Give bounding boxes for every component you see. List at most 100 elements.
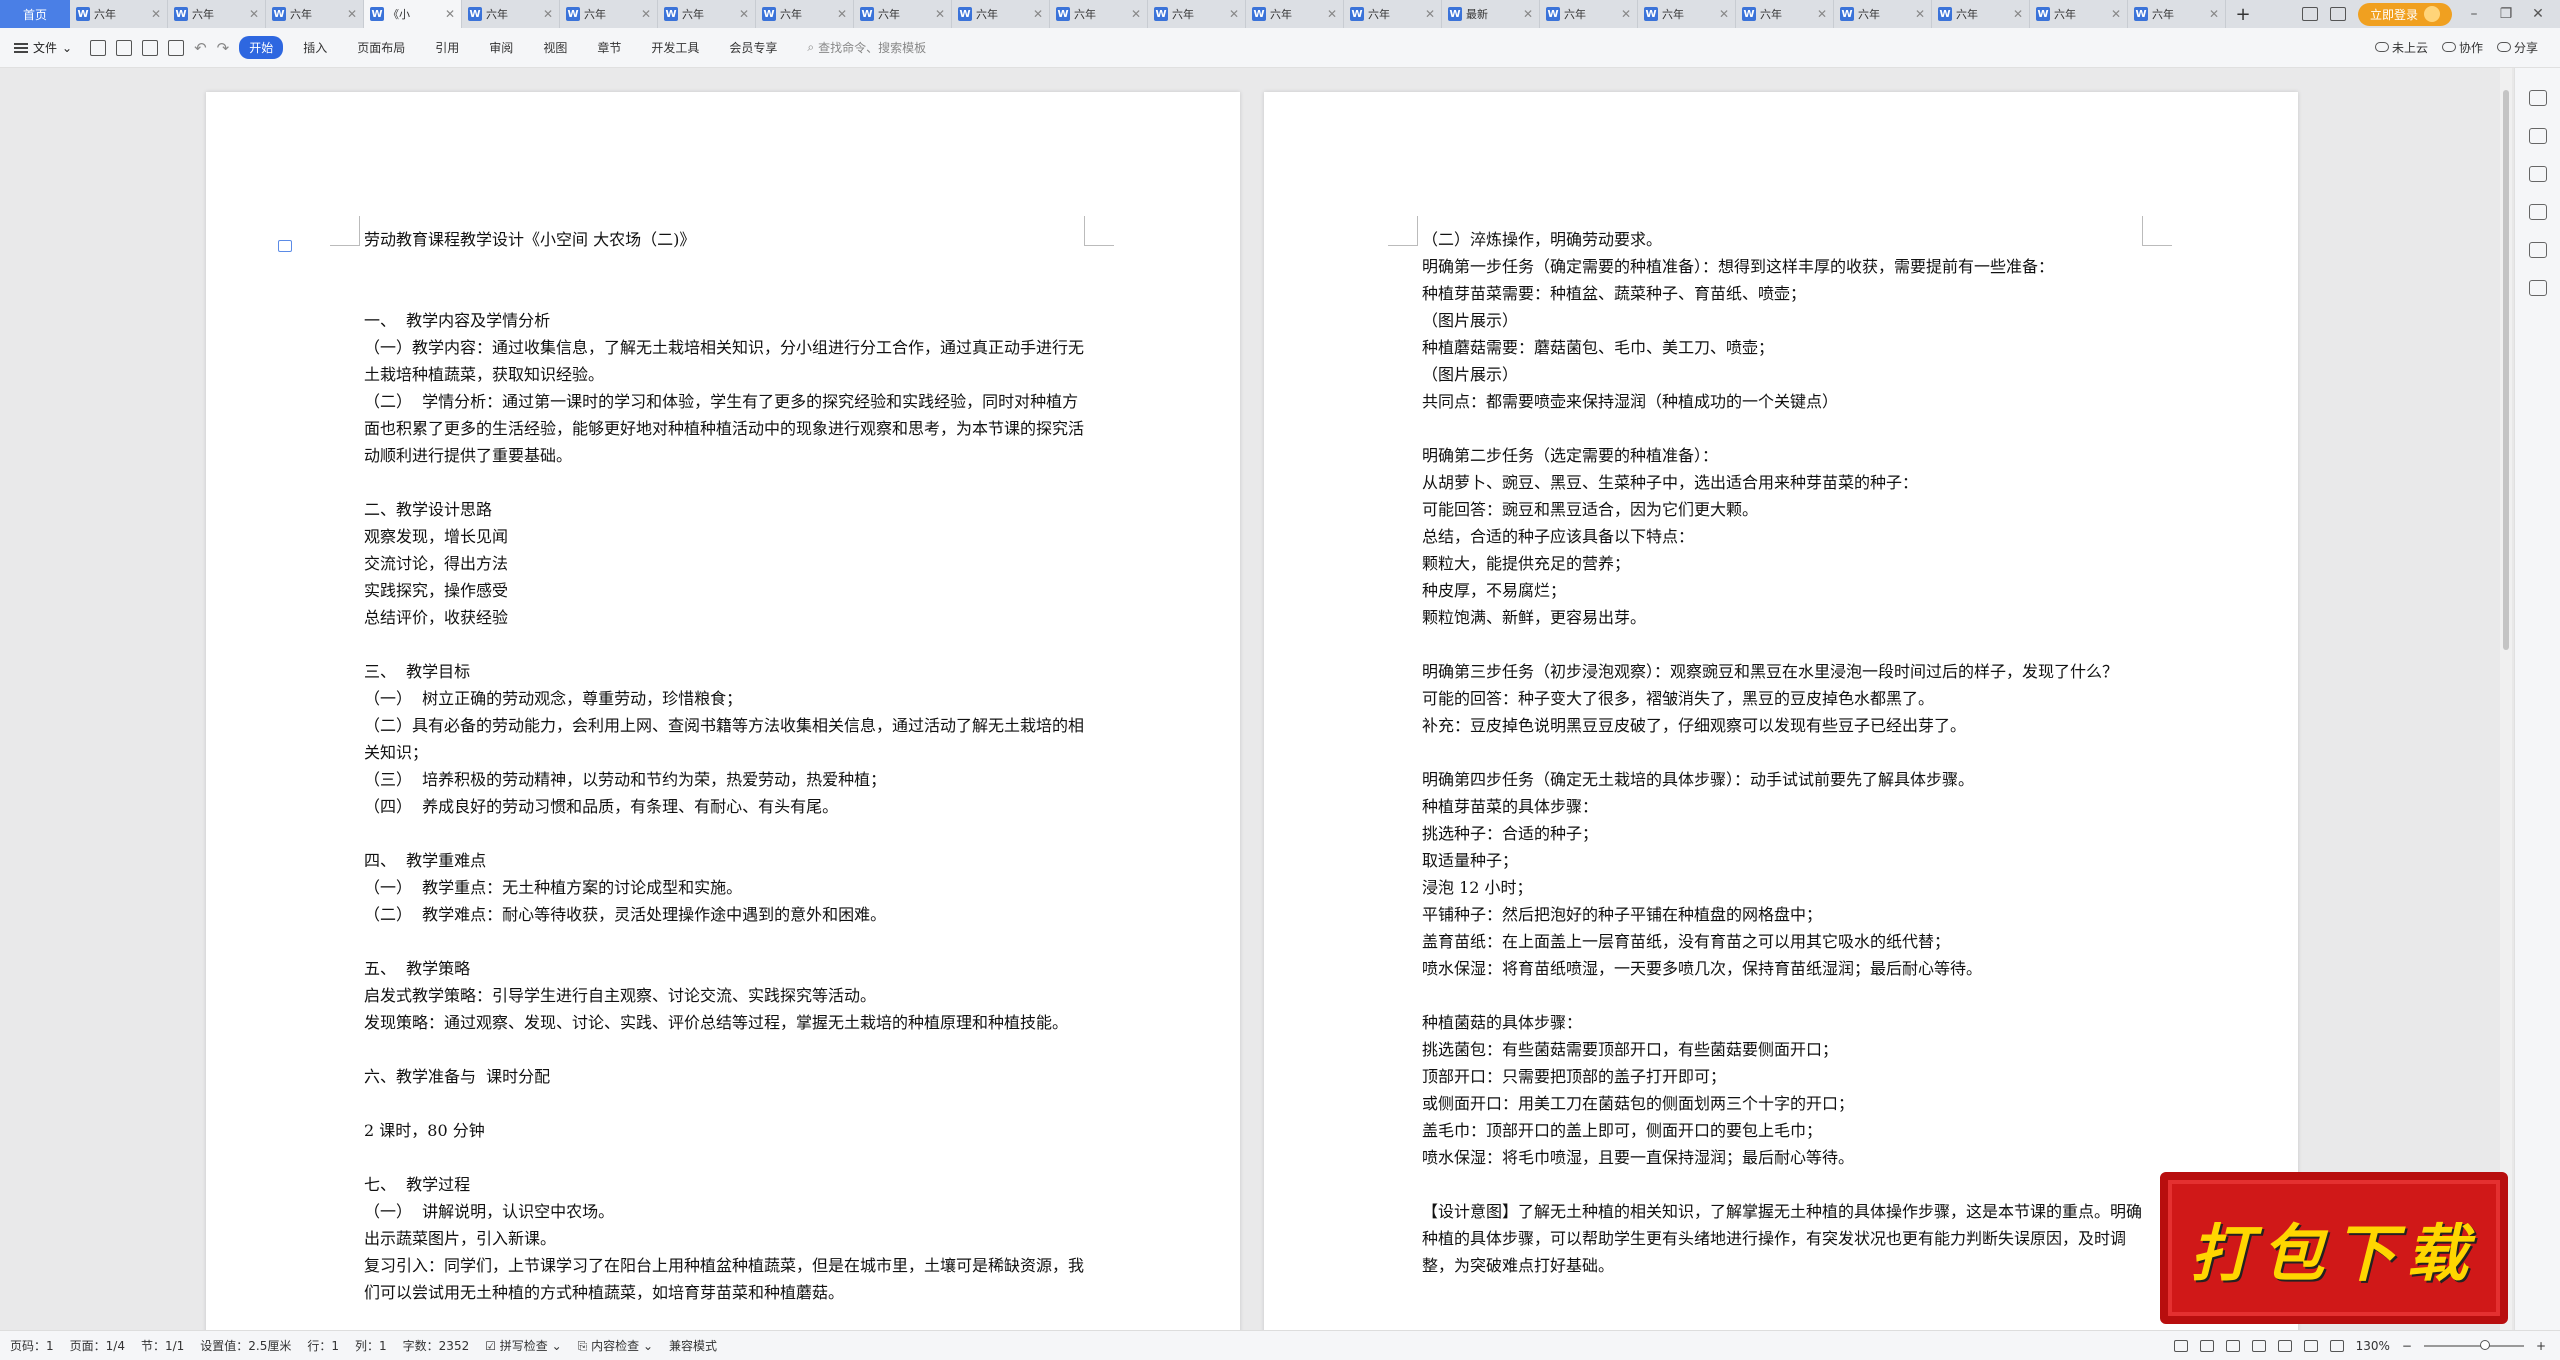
ribbon-tab[interactable]: 审阅 xyxy=(479,36,523,59)
page-count[interactable]: 页面：1/4 xyxy=(70,1337,125,1354)
home-tab[interactable]: 首页 xyxy=(0,0,70,28)
word-count[interactable]: 字数：2352 xyxy=(403,1337,470,1354)
document-tab[interactable]: W 六年 ✕ xyxy=(756,0,854,28)
paragraph[interactable]: 出示蔬菜图片，引入新课。 xyxy=(364,1225,1084,1252)
close-tab-icon[interactable]: ✕ xyxy=(2013,7,2023,21)
document-tab[interactable]: W 六年 ✕ xyxy=(70,0,168,28)
paragraph[interactable] xyxy=(364,631,1084,658)
paragraph[interactable] xyxy=(1422,982,2142,1009)
document-tab[interactable]: W 六年 ✕ xyxy=(2030,0,2128,28)
location-icon[interactable] xyxy=(2528,242,2547,258)
paragraph[interactable]: 2 课时，80 分钟 xyxy=(364,1117,1084,1144)
close-tab-icon[interactable]: ✕ xyxy=(1523,7,1533,21)
paragraph[interactable] xyxy=(364,280,1084,307)
document-tab[interactable]: W 六年 ✕ xyxy=(1050,0,1148,28)
read-view-icon[interactable] xyxy=(2251,1339,2266,1352)
undo-icon[interactable]: ↶ xyxy=(194,39,207,57)
paragraph[interactable]: 盖育苗纸：在上面盖上一层育苗纸，没有育苗之可以用其它吸水的纸代替； xyxy=(1422,928,2142,955)
paragraph[interactable]: （图片展示） xyxy=(1422,307,2142,334)
paragraph[interactable]: 喷水保湿：将毛巾喷湿，且要一直保持湿润；最后耐心等待。 xyxy=(1422,1144,2142,1171)
paragraph[interactable]: （二） 教学难点：耐心等待收获，灵活处理操作途中遇到的意外和困难。 xyxy=(364,901,1084,928)
paragraph[interactable]: 共同点：都需要喷壶来保持湿润（种植成功的一个关键点） xyxy=(1422,388,2142,415)
paragraph[interactable]: 颗粒饱满、新鲜，更容易出芽。 xyxy=(1422,604,2142,631)
paragraph[interactable] xyxy=(364,253,1084,280)
paragraph[interactable] xyxy=(364,928,1084,955)
ribbon-tab[interactable]: 开始 xyxy=(239,36,284,59)
close-tab-icon[interactable]: ✕ xyxy=(1719,7,1729,21)
close-tab-icon[interactable]: ✕ xyxy=(1621,7,1631,21)
paragraph[interactable]: （图片展示） xyxy=(1422,361,2142,388)
document-tab[interactable]: W 六年 ✕ xyxy=(2128,0,2226,28)
paragraph[interactable]: 取适量种子； xyxy=(1422,847,2142,874)
close-tab-icon[interactable]: ✕ xyxy=(445,7,455,21)
paragraph[interactable]: （一）教学内容：通过收集信息，了解无土栽培相关知识，分小组进行分工合作，通过真正… xyxy=(364,334,1084,388)
zoom-in-button[interactable]: + xyxy=(2536,1339,2546,1353)
paragraph[interactable]: 盖毛巾：顶部开口的盖上即可，侧面开口的要包上毛巾； xyxy=(1422,1117,2142,1144)
zoom-level[interactable]: 130% xyxy=(2356,1339,2390,1353)
book-icon[interactable] xyxy=(2528,280,2547,296)
collab-button[interactable]: 协作 xyxy=(2441,39,2483,56)
paragraph[interactable]: 挑选种子：合适的种子； xyxy=(1422,820,2142,847)
close-tab-icon[interactable]: ✕ xyxy=(1817,7,1827,21)
paragraph[interactable] xyxy=(364,1036,1084,1063)
paragraph[interactable]: 顶部开口：只需要把顶部的盖子打开即可； xyxy=(1422,1063,2142,1090)
style-icon[interactable] xyxy=(2528,204,2547,220)
paragraph[interactable]: 明确第四步任务（确定无土栽培的具体步骤）：动手试试前要先了解具体步骤。 xyxy=(1422,766,2142,793)
paragraph[interactable]: 二、教学设计思路 xyxy=(364,496,1084,523)
close-tab-icon[interactable]: ✕ xyxy=(1033,7,1043,21)
close-tab-icon[interactable]: ✕ xyxy=(739,7,749,21)
document-tab[interactable]: W 最新 ✕ xyxy=(1442,0,1540,28)
paragraph[interactable]: 观察发现，增长见闻 xyxy=(364,523,1084,550)
paragraph[interactable]: （二）淬炼操作，明确劳动要求。 xyxy=(1422,226,2142,253)
ribbon-tab[interactable]: 插入 xyxy=(293,36,337,59)
command-search[interactable]: ⌕ 查找命令、搜索模板 xyxy=(807,39,926,56)
minimize-icon[interactable]: – xyxy=(2464,6,2484,22)
spell-check-toggle[interactable]: ☑ 拼写检查 ⌄ xyxy=(485,1337,561,1354)
close-tab-icon[interactable]: ✕ xyxy=(837,7,847,21)
paragraph[interactable]: 种植芽苗菜的具体步骤： xyxy=(1422,793,2142,820)
close-tab-icon[interactable]: ✕ xyxy=(347,7,357,21)
document-tab[interactable]: W 六年 ✕ xyxy=(1932,0,2030,28)
document-workspace[interactable]: 劳动教育课程教学设计《小空间 大农场（二)》 一、 教学内容及学情分析 （一）教学内… xyxy=(0,68,2504,1330)
paragraph[interactable]: 六、教学准备与 课时分配 xyxy=(364,1063,1084,1090)
page-number[interactable]: 页码：1 xyxy=(10,1337,54,1354)
paragraph[interactable]: 四、 教学重难点 xyxy=(364,847,1084,874)
document-tab[interactable]: W 六年 ✕ xyxy=(168,0,266,28)
redo-icon[interactable]: ↷ xyxy=(217,39,230,57)
setting-value[interactable]: 设置值：2.5厘米 xyxy=(200,1337,291,1354)
paragraph[interactable] xyxy=(1422,415,2142,442)
edit-icon[interactable] xyxy=(2528,90,2547,106)
close-tab-icon[interactable]: ✕ xyxy=(543,7,553,21)
outline-view-icon[interactable] xyxy=(2225,1339,2240,1352)
login-button[interactable]: 立即登录 xyxy=(2357,2,2452,26)
document-tab[interactable]: W 六年 ✕ xyxy=(952,0,1050,28)
close-tab-icon[interactable]: ✕ xyxy=(2209,7,2219,21)
document-tab[interactable]: W 六年 ✕ xyxy=(1148,0,1246,28)
paragraph[interactable]: 明确第三步任务（初步浸泡观察）：观察豌豆和黑豆在水里浸泡一段时间过后的样子，发现… xyxy=(1422,658,2142,685)
section-info[interactable]: 节：1/1 xyxy=(141,1337,184,1354)
save-icon[interactable] xyxy=(90,39,107,56)
paragraph[interactable]: （二） 学情分析：通过第一课时的学习和体验，学生有了更多的探究经验和实践经验，同… xyxy=(364,388,1084,469)
paragraph[interactable]: 补充：豆皮掉色说明黑豆豆皮破了，仔细观察可以发现有些豆子已经出芽了。 xyxy=(1422,712,2142,739)
grid-icon[interactable] xyxy=(2329,7,2346,21)
document-tab[interactable]: W 六年 ✕ xyxy=(658,0,756,28)
paragraph[interactable] xyxy=(1422,631,2142,658)
document-tab[interactable]: W 六年 ✕ xyxy=(266,0,364,28)
paragraph[interactable]: （一） 讲解说明，认识空中农场。 xyxy=(364,1198,1084,1225)
ribbon-tab[interactable]: 会员专享 xyxy=(719,36,787,59)
close-tab-icon[interactable]: ✕ xyxy=(935,7,945,21)
paragraph[interactable]: 喷水保湿：将育苗纸喷湿，一天要多喷几次，保持育苗纸湿润；最后耐心等待。 xyxy=(1422,955,2142,982)
paragraph[interactable]: 明确第二步任务（选定需要的种植准备）： xyxy=(1422,442,2142,469)
ribbon-tab[interactable]: 引用 xyxy=(425,36,469,59)
close-tab-icon[interactable]: ✕ xyxy=(249,7,259,21)
paragraph[interactable]: 交流讨论，得出方法 xyxy=(364,550,1084,577)
paragraph[interactable] xyxy=(364,469,1084,496)
document-tab[interactable]: W 六年 ✕ xyxy=(854,0,952,28)
paragraph[interactable]: 三、 教学目标 xyxy=(364,658,1084,685)
paragraph[interactable]: 种植菌菇的具体步骤： xyxy=(1422,1009,2142,1036)
fit-page-icon[interactable] xyxy=(2329,1339,2344,1352)
paragraph[interactable] xyxy=(1422,1171,2142,1198)
paragraph[interactable]: 实践探究，操作感受 xyxy=(364,577,1084,604)
close-tab-icon[interactable]: ✕ xyxy=(151,7,161,21)
paragraph[interactable]: （四） 养成良好的劳动习惯和品质，有条理、有耐心、有头有尾。 xyxy=(364,793,1084,820)
